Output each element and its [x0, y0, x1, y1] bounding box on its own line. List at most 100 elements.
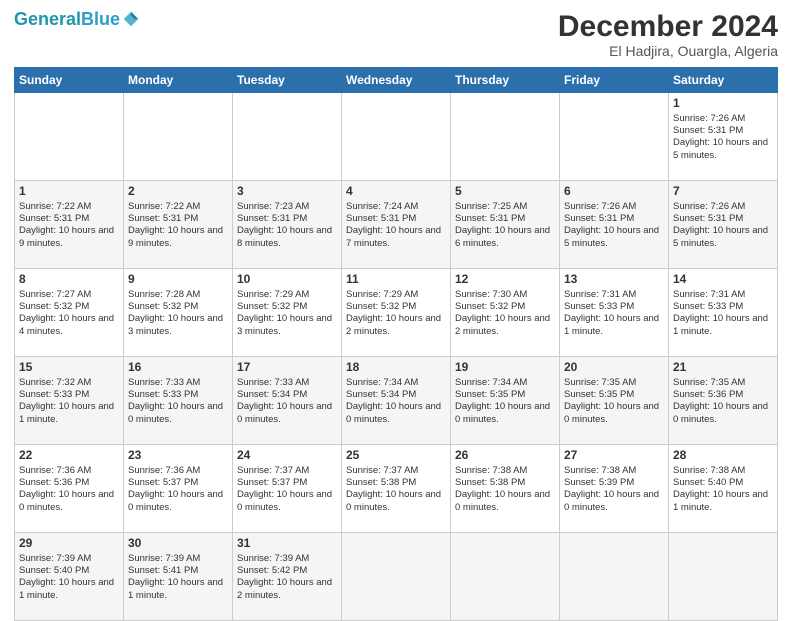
day-number: 21 — [673, 360, 773, 376]
logo-blue: Blue — [81, 9, 120, 29]
sunset-label: Sunset: 5:40 PM — [673, 477, 743, 488]
day-number: 12 — [455, 272, 555, 288]
table-row: 30 Sunrise: 7:39 AM Sunset: 5:41 PM Dayl… — [124, 533, 233, 621]
sunrise-label: Sunrise: 7:36 AM — [19, 465, 91, 476]
day-number: 15 — [19, 360, 119, 376]
day-number: 25 — [346, 448, 446, 464]
daylight-label: Daylight: 10 hours and 2 minutes. — [455, 313, 550, 336]
calendar-row: 22 Sunrise: 7:36 AM Sunset: 5:36 PM Dayl… — [15, 445, 778, 533]
daylight-label: Daylight: 10 hours and 4 minutes. — [19, 313, 114, 336]
day-number: 17 — [237, 360, 337, 376]
sunrise-label: Sunrise: 7:34 AM — [346, 377, 418, 388]
table-row — [560, 533, 669, 621]
page-container: GeneralBlue December 2024 El Hadjira, Ou… — [0, 0, 792, 612]
sunset-label: Sunset: 5:34 PM — [237, 389, 307, 400]
table-row: 26 Sunrise: 7:38 AM Sunset: 5:38 PM Dayl… — [451, 445, 560, 533]
header-row: Sunday Monday Tuesday Wednesday Thursday… — [15, 68, 778, 93]
day-number: 7 — [673, 184, 773, 200]
sunset-label: Sunset: 5:33 PM — [564, 301, 634, 312]
day-number: 16 — [128, 360, 228, 376]
logo-general: General — [14, 9, 81, 29]
sunrise-label: Sunrise: 7:22 AM — [128, 201, 200, 212]
daylight-label: Daylight: 10 hours and 0 minutes. — [455, 401, 550, 424]
sunset-label: Sunset: 5:33 PM — [673, 301, 743, 312]
sunset-label: Sunset: 5:38 PM — [346, 477, 416, 488]
daylight-label: Daylight: 10 hours and 1 minute. — [128, 577, 223, 600]
daylight-label: Daylight: 10 hours and 6 minutes. — [455, 225, 550, 248]
day-number: 19 — [455, 360, 555, 376]
sunset-label: Sunset: 5:35 PM — [564, 389, 634, 400]
calendar-header: Sunday Monday Tuesday Wednesday Thursday… — [15, 68, 778, 93]
table-row: 8 Sunrise: 7:27 AM Sunset: 5:32 PM Dayli… — [15, 269, 124, 357]
table-row: 16 Sunrise: 7:33 AM Sunset: 5:33 PM Dayl… — [124, 357, 233, 445]
sunset-label: Sunset: 5:33 PM — [128, 389, 198, 400]
daylight-label: Daylight: 10 hours and 0 minutes. — [19, 489, 114, 512]
sunrise-label: Sunrise: 7:28 AM — [128, 289, 200, 300]
sunset-label: Sunset: 5:39 PM — [564, 477, 634, 488]
table-row: 2 Sunrise: 7:22 AM Sunset: 5:31 PM Dayli… — [124, 181, 233, 269]
sunrise-label: Sunrise: 7:38 AM — [673, 465, 745, 476]
table-row — [342, 93, 451, 181]
subtitle: El Hadjira, Ouargla, Algeria — [558, 43, 778, 59]
sunrise-label: Sunrise: 7:26 AM — [673, 113, 745, 124]
sunrise-label: Sunrise: 7:31 AM — [673, 289, 745, 300]
sunrise-label: Sunrise: 7:35 AM — [673, 377, 745, 388]
daylight-label: Daylight: 10 hours and 0 minutes. — [237, 489, 332, 512]
sunset-label: Sunset: 5:31 PM — [19, 213, 89, 224]
table-row — [451, 93, 560, 181]
day-number: 6 — [564, 184, 664, 200]
table-row: 7 Sunrise: 7:26 AM Sunset: 5:31 PM Dayli… — [669, 181, 778, 269]
table-row — [560, 93, 669, 181]
day-number: 23 — [128, 448, 228, 464]
calendar-table: Sunday Monday Tuesday Wednesday Thursday… — [14, 67, 778, 621]
day-number: 20 — [564, 360, 664, 376]
day-number: 9 — [128, 272, 228, 288]
sunset-label: Sunset: 5:36 PM — [19, 477, 89, 488]
sunset-label: Sunset: 5:32 PM — [19, 301, 89, 312]
table-row: 12 Sunrise: 7:30 AM Sunset: 5:32 PM Dayl… — [451, 269, 560, 357]
table-row: 19 Sunrise: 7:34 AM Sunset: 5:35 PM Dayl… — [451, 357, 560, 445]
table-row: 29 Sunrise: 7:39 AM Sunset: 5:40 PM Dayl… — [15, 533, 124, 621]
col-thursday: Thursday — [451, 68, 560, 93]
col-wednesday: Wednesday — [342, 68, 451, 93]
sunrise-label: Sunrise: 7:27 AM — [19, 289, 91, 300]
sunrise-label: Sunrise: 7:31 AM — [564, 289, 636, 300]
sunrise-label: Sunrise: 7:39 AM — [237, 553, 309, 564]
table-row: 22 Sunrise: 7:36 AM Sunset: 5:36 PM Dayl… — [15, 445, 124, 533]
table-row: 1 Sunrise: 7:26 AM Sunset: 5:31 PM Dayli… — [669, 93, 778, 181]
sunrise-label: Sunrise: 7:34 AM — [455, 377, 527, 388]
table-row: 25 Sunrise: 7:37 AM Sunset: 5:38 PM Dayl… — [342, 445, 451, 533]
daylight-label: Daylight: 10 hours and 2 minutes. — [346, 313, 441, 336]
sunrise-label: Sunrise: 7:26 AM — [673, 201, 745, 212]
table-row: 24 Sunrise: 7:37 AM Sunset: 5:37 PM Dayl… — [233, 445, 342, 533]
sunrise-label: Sunrise: 7:23 AM — [237, 201, 309, 212]
day-number: 10 — [237, 272, 337, 288]
day-number: 11 — [346, 272, 446, 288]
sunrise-label: Sunrise: 7:35 AM — [564, 377, 636, 388]
table-row: 3 Sunrise: 7:23 AM Sunset: 5:31 PM Dayli… — [233, 181, 342, 269]
daylight-label: Daylight: 10 hours and 1 minute. — [564, 313, 659, 336]
day-number: 29 — [19, 536, 119, 552]
day-number: 13 — [564, 272, 664, 288]
daylight-label: Daylight: 10 hours and 9 minutes. — [128, 225, 223, 248]
sunrise-label: Sunrise: 7:36 AM — [128, 465, 200, 476]
daylight-label: Daylight: 10 hours and 5 minutes. — [564, 225, 659, 248]
daylight-label: Daylight: 10 hours and 0 minutes. — [237, 401, 332, 424]
col-saturday: Saturday — [669, 68, 778, 93]
sunset-label: Sunset: 5:32 PM — [128, 301, 198, 312]
col-monday: Monday — [124, 68, 233, 93]
day-number: 5 — [455, 184, 555, 200]
daylight-label: Daylight: 10 hours and 9 minutes. — [19, 225, 114, 248]
day-number: 28 — [673, 448, 773, 464]
daylight-label: Daylight: 10 hours and 7 minutes. — [346, 225, 441, 248]
table-row: 6 Sunrise: 7:26 AM Sunset: 5:31 PM Dayli… — [560, 181, 669, 269]
sunrise-label: Sunrise: 7:38 AM — [455, 465, 527, 476]
calendar-body: 1 Sunrise: 7:26 AM Sunset: 5:31 PM Dayli… — [15, 93, 778, 621]
calendar-row: 29 Sunrise: 7:39 AM Sunset: 5:40 PM Dayl… — [15, 533, 778, 621]
title-area: December 2024 El Hadjira, Ouargla, Alger… — [558, 10, 778, 59]
daylight-label: Daylight: 10 hours and 0 minutes. — [564, 489, 659, 512]
daylight-label: Daylight: 10 hours and 1 minute. — [19, 577, 114, 600]
table-row: 15 Sunrise: 7:32 AM Sunset: 5:33 PM Dayl… — [15, 357, 124, 445]
sunset-label: Sunset: 5:37 PM — [128, 477, 198, 488]
day-number: 31 — [237, 536, 337, 552]
